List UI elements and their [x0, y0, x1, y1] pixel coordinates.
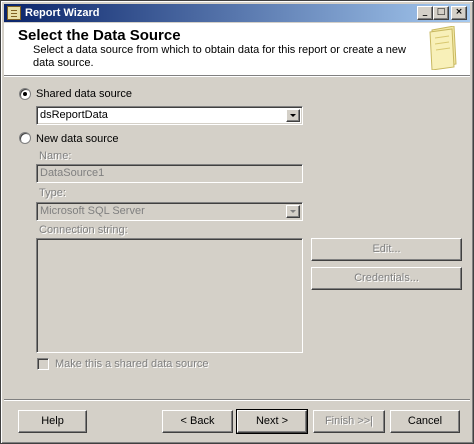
chevron-down-icon[interactable]: [286, 109, 300, 122]
report-wizard-app-icon: [7, 6, 21, 20]
header-divider: [4, 76, 470, 77]
close-icon: ×: [455, 7, 463, 17]
next-button-label: Next >: [255, 415, 289, 427]
credentials-button[interactable]: Credentials...: [311, 267, 462, 290]
back-button[interactable]: < Back: [162, 410, 233, 433]
type-value: Microsoft SQL Server: [40, 205, 145, 217]
shared-data-source-radio[interactable]: [19, 88, 31, 100]
close-button[interactable]: ×: [451, 6, 467, 20]
minimize-button[interactable]: _: [417, 6, 433, 20]
finish-button[interactable]: Finish >>|: [313, 410, 385, 433]
new-data-source-radio[interactable]: [19, 132, 31, 144]
shared-data-source-combo[interactable]: dsReportData: [36, 106, 303, 125]
wizard-pages-icon: [429, 26, 457, 70]
type-label: Type:: [39, 187, 66, 199]
back-button-label: < Back: [180, 415, 215, 427]
wizard-header: Select the Data Source Select a data sou…: [4, 23, 470, 76]
footer-divider: [4, 399, 470, 401]
maximize-icon: □: [436, 7, 446, 17]
name-label: Name:: [39, 150, 72, 162]
new-data-source-label[interactable]: New data source: [36, 133, 119, 146]
help-button[interactable]: Help: [18, 410, 87, 433]
name-field[interactable]: DataSource1: [36, 164, 303, 183]
finish-button-label: Finish >>|: [324, 415, 374, 427]
connection-string-label: Connection string:: [39, 224, 128, 236]
minimize-icon: _: [422, 7, 428, 17]
edit-button[interactable]: Edit...: [311, 238, 462, 261]
window-title: Report Wizard: [25, 7, 100, 19]
help-button-label: Help: [41, 415, 64, 427]
page-title: Select the Data Source: [18, 27, 181, 44]
chevron-down-icon[interactable]: [286, 205, 300, 218]
shared-data-source-label[interactable]: Shared data source: [36, 88, 132, 101]
connection-string-textarea[interactable]: [36, 238, 303, 353]
report-wizard-window: Report Wizard _ □ × Select the Data Sour…: [0, 0, 474, 444]
cancel-button[interactable]: Cancel: [390, 410, 460, 433]
type-combo[interactable]: Microsoft SQL Server: [36, 202, 303, 221]
cancel-button-label: Cancel: [407, 415, 443, 427]
next-button[interactable]: Next >: [236, 409, 308, 434]
page-description: Select a data source from which to obtai…: [33, 44, 406, 69]
maximize-button[interactable]: □: [433, 6, 449, 20]
make-shared-label[interactable]: Make this a shared data source: [55, 358, 208, 371]
title-bar[interactable]: Report Wizard _ □ ×: [4, 4, 470, 22]
shared-data-source-value: dsReportData: [40, 109, 108, 121]
make-shared-checkbox[interactable]: [37, 358, 49, 370]
name-value: DataSource1: [40, 167, 105, 179]
